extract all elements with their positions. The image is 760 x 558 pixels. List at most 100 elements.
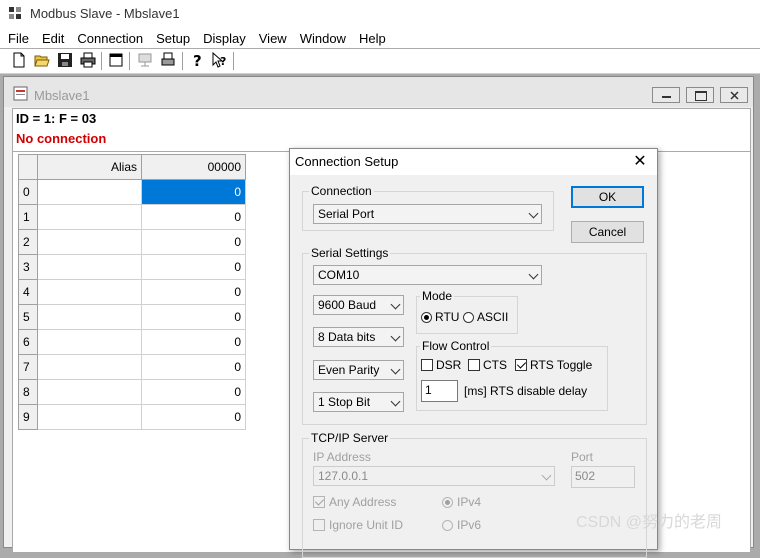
menu-help[interactable]: Help (359, 28, 386, 48)
menu-view[interactable]: View (259, 28, 287, 48)
app-titlebar: Modbus Slave - Mbslave1 (0, 0, 760, 28)
any-address-checkbox[interactable] (313, 496, 325, 508)
cts-label[interactable]: CTS (483, 358, 507, 372)
ipv4-radio[interactable] (442, 497, 453, 508)
alias-cell[interactable] (37, 204, 142, 230)
value-cell[interactable]: 0 (141, 329, 246, 355)
connection-type-select[interactable]: Serial Port (313, 204, 542, 224)
ip-address-label: IP Address (313, 450, 371, 464)
svg-text:?: ? (193, 52, 202, 68)
context-help-icon[interactable]: ? (212, 52, 228, 68)
alias-cell[interactable] (37, 304, 142, 330)
ignore-unit-id-label[interactable]: Ignore Unit ID (329, 518, 403, 532)
menu-setup[interactable]: Setup (156, 28, 190, 48)
ascii-label[interactable]: ASCII (477, 310, 508, 324)
alias-cell[interactable] (37, 354, 142, 380)
table-row: 4 0 (18, 279, 246, 305)
restore-button[interactable] (686, 87, 714, 103)
flow-control-group: Flow Control DSR CTS RTS Toggle 1 [ms] R… (416, 339, 608, 411)
tcp-ip-label: TCP/IP Server (309, 431, 391, 445)
any-address-label[interactable]: Any Address (329, 495, 396, 509)
save-icon[interactable] (57, 52, 73, 68)
menu-edit[interactable]: Edit (42, 28, 64, 48)
menu-file[interactable]: File (8, 28, 29, 48)
port-input[interactable]: 502 (571, 466, 635, 488)
window-icon[interactable] (108, 52, 124, 68)
menu-window[interactable]: Window (300, 28, 346, 48)
value-cell[interactable]: 0 (141, 204, 246, 230)
new-icon[interactable] (11, 52, 27, 68)
watermark: CSDN @努力的老周 (576, 514, 723, 531)
menu-connection[interactable]: Connection (77, 28, 143, 48)
value-cell[interactable]: 0 (141, 254, 246, 280)
dsr-checkbox[interactable] (421, 359, 433, 371)
row-header[interactable]: 1 (18, 204, 38, 230)
ipv4-label[interactable]: IPv4 (457, 495, 481, 509)
port-label: Port (571, 450, 594, 464)
alias-cell[interactable] (37, 379, 142, 405)
ipv6-label[interactable]: IPv6 (457, 518, 481, 532)
alias-cell[interactable] (37, 229, 142, 255)
ip-address-select[interactable]: 127.0.0.1 (313, 466, 555, 486)
data-bits-value: 8 Data bits (318, 330, 376, 344)
connect-icon[interactable] (137, 52, 153, 68)
column-header-alias[interactable]: Alias (37, 154, 142, 180)
ascii-radio[interactable] (463, 312, 474, 323)
value-cell[interactable]: 0 (141, 304, 246, 330)
dsr-label[interactable]: DSR (436, 358, 461, 372)
row-header[interactable]: 2 (18, 229, 38, 255)
row-header[interactable]: 5 (18, 304, 38, 330)
value-cell[interactable]: 0 (141, 404, 246, 430)
print-preview-icon[interactable] (160, 52, 176, 68)
row-header[interactable]: 8 (18, 379, 38, 405)
alias-cell[interactable] (37, 329, 142, 355)
value-cell-selected[interactable]: 0 (141, 179, 246, 205)
menu-display[interactable]: Display (203, 28, 246, 48)
alias-cell[interactable] (37, 179, 142, 205)
value-cell[interactable]: 0 (141, 279, 246, 305)
rtu-radio[interactable] (421, 312, 432, 323)
parity-select[interactable]: Even Parity (313, 360, 404, 380)
connection-setup-dialog: Connection Setup ✕ Connection Serial Por… (289, 148, 658, 558)
value-cell[interactable]: 0 (141, 229, 246, 255)
svg-text:?: ? (220, 55, 226, 68)
row-header[interactable]: 9 (18, 404, 38, 430)
help-icon[interactable]: ? (189, 52, 205, 68)
cancel-button[interactable]: Cancel (571, 221, 644, 243)
print-icon[interactable] (80, 52, 96, 68)
com-port-select[interactable]: COM10 (313, 265, 542, 285)
stop-bits-select[interactable]: 1 Stop Bit (313, 392, 404, 412)
baud-value: 9600 Baud (318, 298, 377, 312)
rts-toggle-checkbox[interactable] (515, 359, 527, 371)
row-header[interactable]: 4 (18, 279, 38, 305)
row-header[interactable]: 6 (18, 329, 38, 355)
row-header[interactable]: 3 (18, 254, 38, 280)
value-cell[interactable]: 0 (141, 379, 246, 405)
open-icon[interactable] (34, 52, 50, 68)
ok-button[interactable]: OK (571, 186, 644, 208)
baud-select[interactable]: 9600 Baud (313, 295, 404, 315)
alias-cell[interactable] (37, 404, 142, 430)
cts-checkbox[interactable] (468, 359, 480, 371)
column-header-address[interactable]: 00000 (141, 154, 246, 180)
table-row: 8 0 (18, 379, 246, 405)
document-icon (13, 86, 28, 101)
ipv6-radio[interactable] (442, 520, 453, 531)
table-row: 2 0 (18, 229, 246, 255)
row-header[interactable]: 0 (18, 179, 38, 205)
alias-cell[interactable] (37, 254, 142, 280)
value-cell[interactable]: 0 (141, 354, 246, 380)
alias-cell[interactable] (37, 279, 142, 305)
row-header[interactable]: 7 (18, 354, 38, 380)
rts-delay-input[interactable]: 1 (421, 380, 458, 402)
data-bits-select[interactable]: 8 Data bits (313, 327, 404, 347)
rtu-label[interactable]: RTU (435, 310, 459, 324)
minimize-button[interactable] (652, 87, 680, 103)
rts-toggle-label[interactable]: RTS Toggle (530, 358, 592, 372)
ignore-unit-id-checkbox[interactable] (313, 519, 325, 531)
com-port-value: COM10 (318, 268, 360, 282)
table-row: 1 0 (18, 204, 246, 230)
close-icon[interactable] (720, 87, 748, 103)
chevron-down-icon (541, 470, 552, 481)
dialog-close-icon[interactable]: ✕ (630, 152, 650, 172)
